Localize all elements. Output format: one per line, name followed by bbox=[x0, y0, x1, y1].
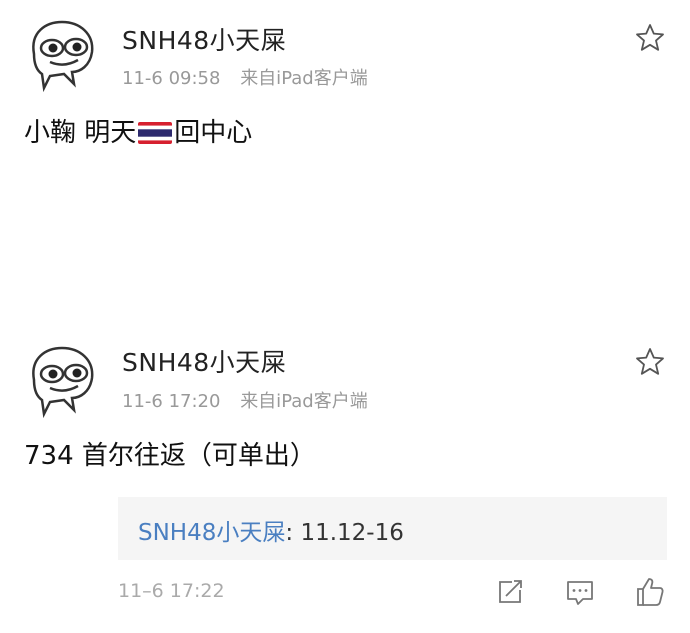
reply-content: 11.12-16 bbox=[300, 520, 404, 546]
star-outline-icon[interactable] bbox=[634, 346, 666, 378]
post-time: 11-6 09:58 bbox=[122, 68, 221, 89]
post-content: 小鞠 明天 回中心 bbox=[24, 112, 252, 149]
reply-username[interactable]: SNH48小天屎 bbox=[138, 520, 285, 546]
reply-separator: : bbox=[285, 520, 301, 546]
thailand-flag-icon bbox=[138, 122, 173, 144]
thumbs-up-icon[interactable] bbox=[632, 574, 668, 610]
reply-time: 11–6 17:22 bbox=[118, 580, 225, 602]
avatar[interactable] bbox=[20, 14, 100, 94]
post-meta: 11-6 17:20 来自iPad客户端 bbox=[122, 387, 382, 413]
username[interactable]: SNH48小天屎 bbox=[122, 21, 286, 57]
post-1: SNH48小天屎 11-6 09:58 来自iPad客户端 小鞠 明天 回中心 bbox=[0, 0, 690, 300]
reply-box[interactable]: SNH48小天屎: 11.12-16 bbox=[118, 497, 667, 560]
post-source: 来自iPad客户端 bbox=[240, 391, 368, 412]
star-outline-icon[interactable] bbox=[634, 22, 666, 54]
post-time: 11-6 17:20 bbox=[122, 391, 221, 412]
share-icon[interactable] bbox=[492, 574, 528, 610]
post-text: 小鞠 明天 bbox=[24, 118, 137, 148]
avatar[interactable] bbox=[20, 340, 100, 420]
post-content: 734 首尔往返（可单出） bbox=[24, 441, 316, 471]
post-text-tail: 回中心 bbox=[174, 118, 253, 148]
post-source: 来自iPad客户端 bbox=[240, 68, 368, 89]
username[interactable]: SNH48小天屎 bbox=[122, 343, 286, 379]
comment-icon[interactable] bbox=[562, 574, 598, 610]
post-meta: 11-6 09:58 来自iPad客户端 bbox=[122, 64, 382, 90]
reply-text: SNH48小天屎: 11.12-16 bbox=[138, 513, 404, 547]
